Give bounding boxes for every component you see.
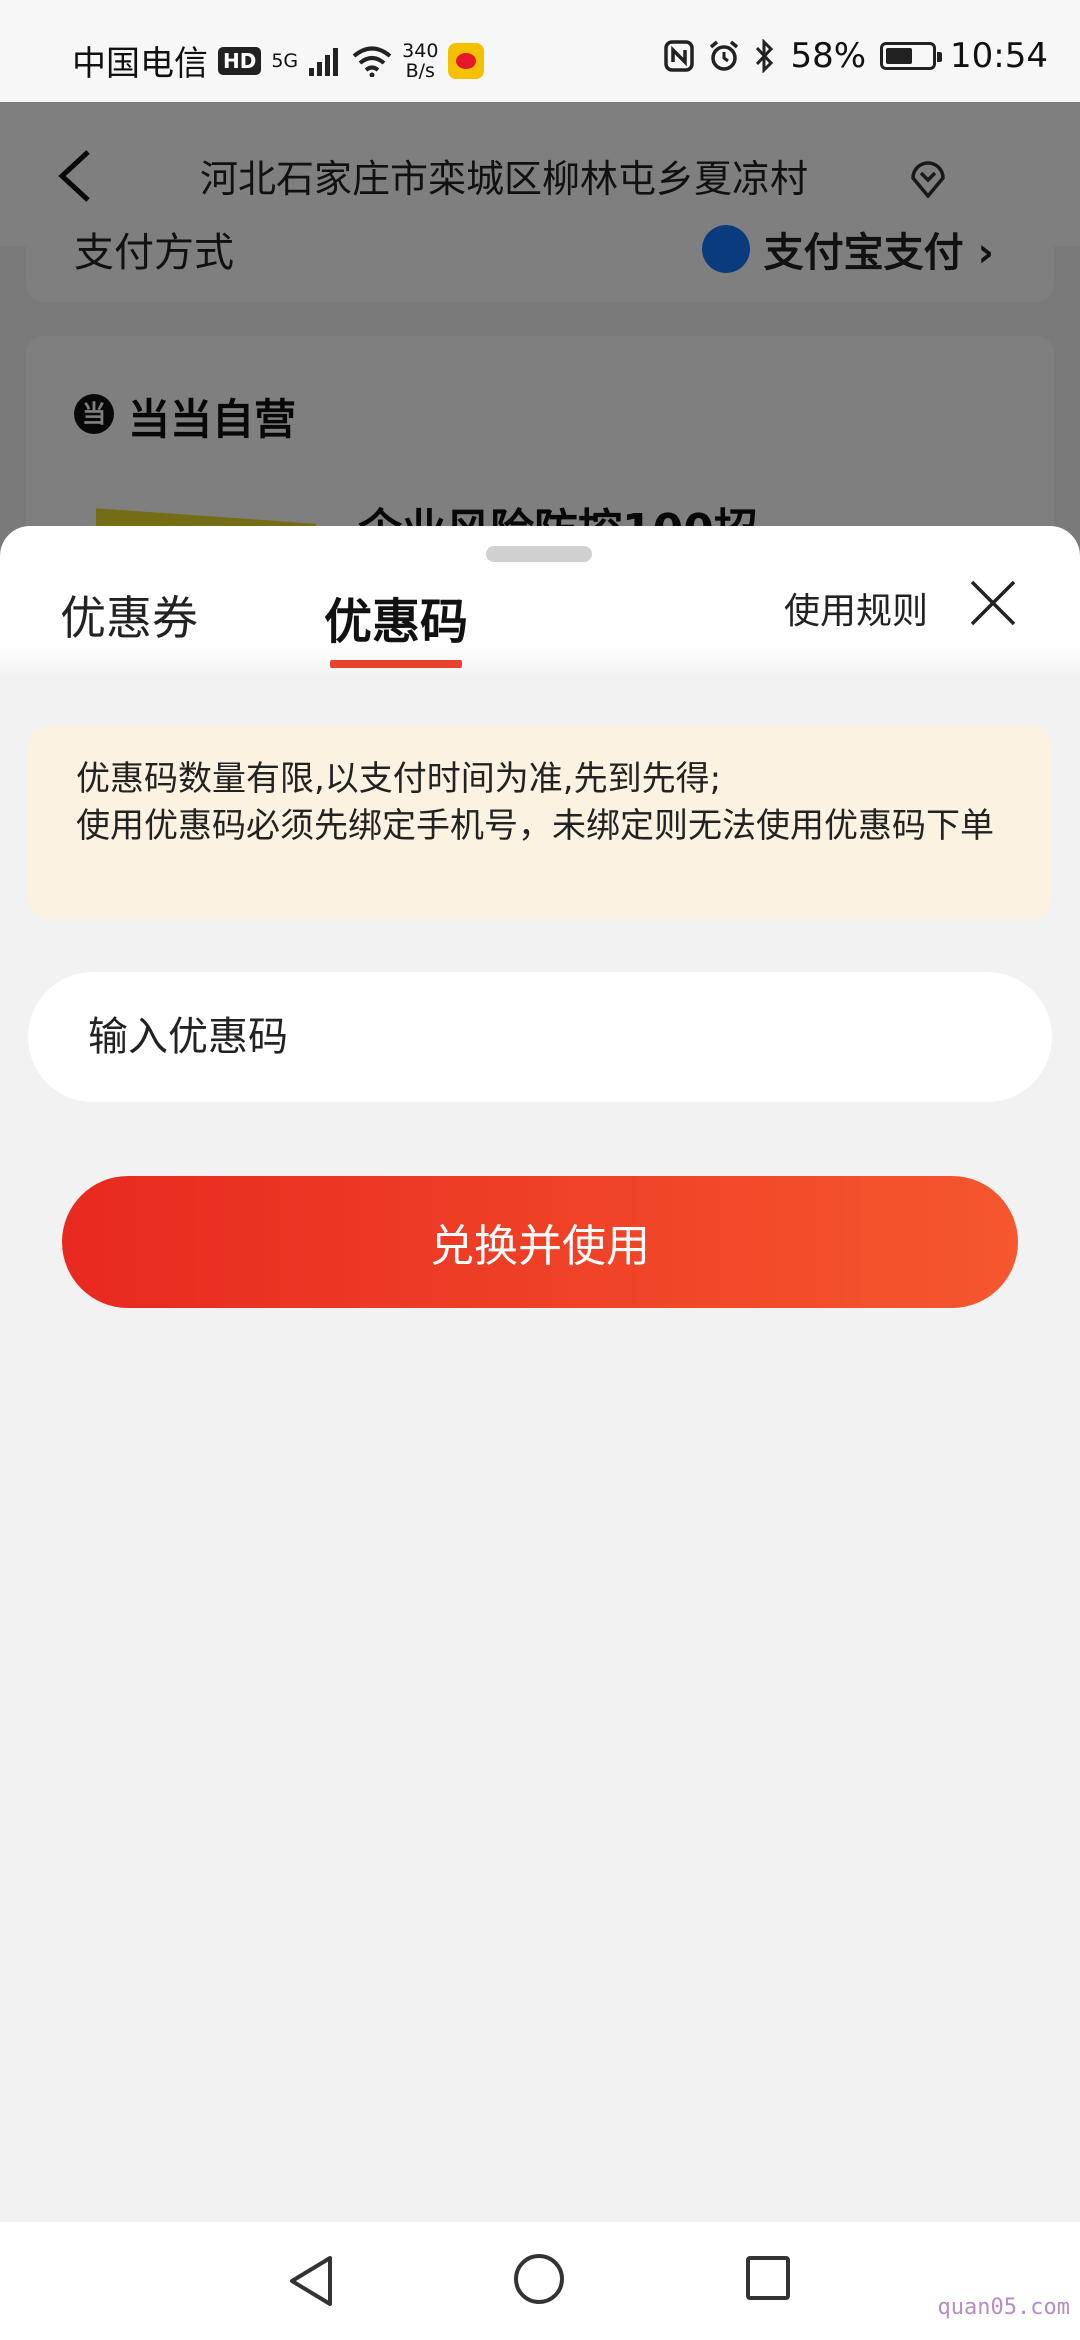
signal-icon [309,47,339,76]
weibo-icon [448,42,485,79]
network-type: 5G [271,49,299,72]
battery-level-fill [886,48,913,64]
coupon-sheet: 优惠券 优惠码 使用规则 优惠码数量有限,以支付时间为准,先到先得; 使用优惠码… [0,526,1080,2222]
alarm-icon [710,40,739,71]
coupon-code-input[interactable] [28,972,1052,1102]
speed-unit: B/s [405,59,435,82]
sheet-drag-handle[interactable] [486,546,592,562]
nav-home-icon[interactable] [514,2254,564,2304]
active-tab-indicator [330,660,462,668]
redeem-and-use-button[interactable]: 兑换并使用 [62,1176,1018,1308]
usage-rules-link[interactable]: 使用规则 [784,582,928,634]
close-icon[interactable] [968,578,1018,628]
nav-recent-apps-icon[interactable] [746,2256,790,2300]
network-speed: 340 B/s [402,41,438,81]
nfc-icon [664,40,695,72]
speed-value: 340 [402,39,439,62]
status-bar: 中国电信 HD 5G 340 B/s 58% 10:54 [0,0,1080,102]
battery-percent: 58% [790,36,867,76]
system-nav-bar: quan05.com [0,2222,1080,2340]
wifi-icon [352,46,392,77]
bluetooth-icon [756,39,774,73]
nav-back-icon[interactable] [286,2254,336,2308]
notice-line: 使用优惠码必须先绑定手机号，未绑定则无法使用优惠码下单 [76,806,994,846]
watermark: quan05.com [937,2295,1070,2320]
battery-icon [880,42,943,70]
coupon-notice: 优惠码数量有限,以支付时间为准,先到先得; 使用优惠码必须先绑定手机号，未绑定则… [28,726,1052,920]
tab-coupon[interactable]: 优惠券 [60,582,198,648]
clock: 10:54 [950,36,1048,76]
tab-coupon-code[interactable]: 优惠码 [324,582,468,652]
carrier-label: 中国电信 [72,44,208,84]
notice-line: 优惠码数量有限,以支付时间为准,先到先得; [76,759,722,799]
hd-badge: HD [218,46,262,75]
status-right: 58% 10:54 [664,36,1048,76]
status-left: 中国电信 HD 5G 340 B/s [72,36,485,85]
